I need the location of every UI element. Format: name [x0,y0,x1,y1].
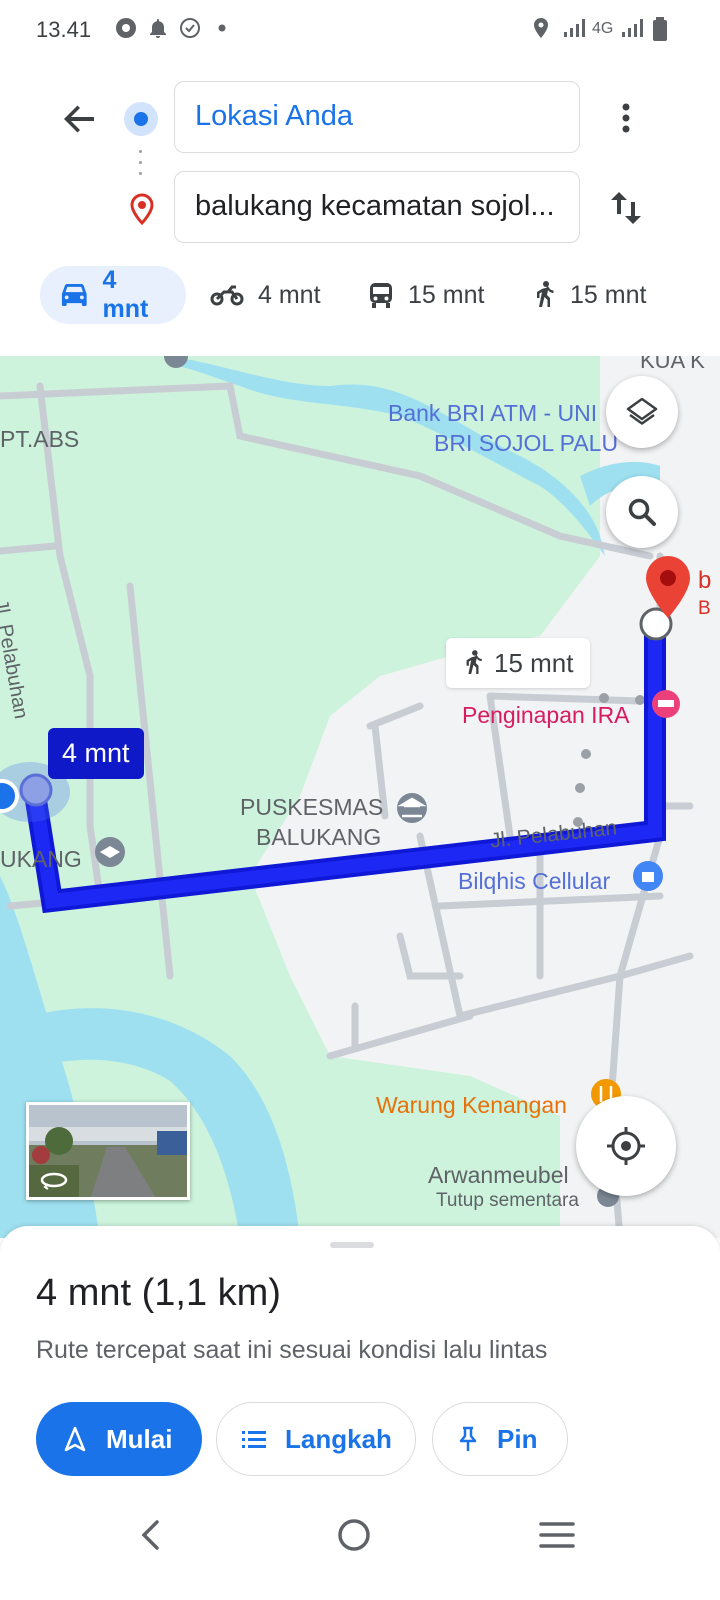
route-description: Rute tercepat saat ini sesuai kondisi la… [36,1336,548,1364]
route-dots [139,150,143,182]
map-label-arwan[interactable]: Arwanmeubel [428,1162,569,1188]
recents-nav-icon[interactable] [532,1510,582,1560]
search-along-route-button[interactable] [606,476,678,548]
origin-input[interactable]: Lokasi Anda [174,81,580,153]
steps-button[interactable]: Langkah [216,1402,416,1476]
status-bar: 13.41 4G [0,0,720,60]
map-label-puskesmas-2[interactable]: BALUKANG [256,824,381,850]
signal-icon [564,19,585,37]
walk-time-bubble[interactable]: 15 mnt [446,638,590,688]
destination-pin-icon [130,193,154,226]
mode-tab-car[interactable]: 4 mnt [40,266,186,324]
mode-tab-car-label: 4 mnt [102,266,149,323]
street-view-thumbnail[interactable] [26,1102,190,1200]
navigation-arrow-icon [64,1426,86,1452]
map-view[interactable]: KUA K PT.ABS Bank BRI ATM - UNI BRI SOJO… [0,356,720,1238]
chrome-icon [116,18,136,38]
mode-tab-motorcycle-label: 4 mnt [258,280,321,309]
mode-tab-transit-label: 15 mnt [408,280,485,309]
back-nav-icon[interactable] [126,1510,176,1560]
destination-input[interactable]: balukang kecamatan sojol... [174,171,580,243]
battery-icon [653,17,667,41]
map-label-pt-abs: PT.ABS [0,426,80,452]
network-type: 4G [592,20,614,37]
layers-icon [626,397,658,425]
map-label-bank-2[interactable]: BRI SOJOL PALU [434,430,618,456]
crosshair-icon [607,1127,645,1165]
back-arrow-icon[interactable] [58,96,102,140]
directions-header: Lokasi Anda balukang kecamatan sojol... … [0,60,720,358]
map-label-bank-1[interactable]: Bank BRI ATM - UNI [388,400,597,426]
my-location-button[interactable] [576,1096,676,1196]
mode-tab-walk-label: 15 mnt [570,280,647,309]
dot-icon [218,24,226,32]
check-badge-icon [180,18,200,38]
pushpin-icon [459,1426,477,1451]
start-navigation-label: Mulai [106,1423,173,1454]
status-time: 13.41 [36,17,92,42]
360-rotate-icon [40,1172,68,1190]
search-icon [628,498,656,526]
walk-time-label: 15 mnt [494,647,574,678]
walk-icon [466,650,482,674]
system-navigation-bar [0,1488,720,1600]
layers-button[interactable] [606,376,678,448]
route-time-bubble[interactable]: 4 mnt [48,728,144,779]
steps-label: Langkah [285,1423,392,1454]
map-label-penginapan[interactable]: Penginapan IRA [462,702,630,728]
map-label-destination-2: B [698,598,711,619]
transit-icon [370,283,392,308]
pin-label: Pin [497,1423,538,1454]
map-label-school[interactable]: UKANG [0,846,82,872]
swap-icon[interactable] [604,186,648,230]
map-label-bilqhis[interactable]: Bilqhis Cellular [458,868,610,894]
car-icon [61,284,87,306]
origin-dot-icon [124,102,158,136]
home-nav-icon[interactable] [329,1510,379,1560]
list-icon [242,1431,266,1448]
map-label-warung[interactable]: Warung Kenangan [376,1092,567,1118]
mode-tab-transit[interactable]: 15 mnt [368,266,484,324]
travel-mode-tabs: 4 mnt 4 mnt 15 mnt 15 mnt [0,266,720,326]
signal-icon [622,19,643,37]
mode-tab-walk[interactable]: 15 mnt [532,266,646,324]
map-label-kua: KUA K [640,356,705,373]
pin-button[interactable]: Pin [432,1402,568,1476]
walk-icon [537,281,554,307]
map-label-puskesmas-1[interactable]: PUSKESMAS [240,794,383,820]
mode-tab-motorcycle[interactable]: 4 mnt [210,266,321,324]
location-icon [534,18,548,38]
map-label-arwan-status: Tutup sementara [436,1190,579,1211]
drag-handle[interactable] [330,1242,374,1248]
start-navigation-button[interactable]: Mulai [36,1402,202,1476]
map-label-destination-1: b [698,567,712,594]
more-options-icon[interactable] [604,96,648,140]
motorcycle-icon [210,285,244,306]
notification-bell-icon [150,19,166,38]
route-summary: 4 mnt (1,1 km) [36,1272,281,1314]
